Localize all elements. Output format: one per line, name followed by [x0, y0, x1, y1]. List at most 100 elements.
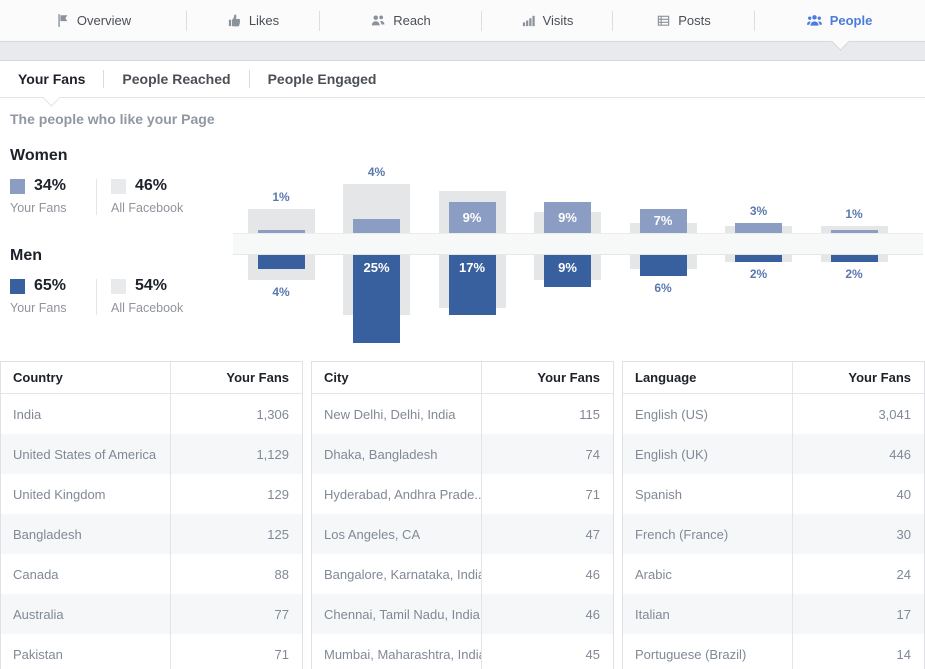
table-body: New Delhi, Delhi, India115Dhaka, Banglad…	[312, 394, 613, 669]
language-table: Language Your Fans English (US)3,041Engl…	[622, 361, 925, 669]
table-header: City Your Fans	[312, 362, 613, 394]
row-name: New Delhi, Delhi, India	[312, 394, 481, 434]
bar-value-label: 3%	[725, 204, 792, 219]
row-name: Hyderabad, Andhra Prade...	[312, 474, 481, 514]
table-row: Dhaka, Bangladesh74	[312, 434, 613, 474]
bar-value-label: 2%	[821, 267, 888, 282]
table-row: Spanish40	[623, 474, 924, 514]
row-name: India	[1, 394, 170, 434]
table-row: Bangladesh125	[1, 514, 302, 554]
row-value: 129	[170, 474, 302, 514]
bar-value-label: 7%	[654, 213, 673, 228]
city-table: City Your Fans New Delhi, Delhi, India11…	[311, 361, 614, 669]
row-name: Mumbai, Maharashtra, India	[312, 634, 481, 669]
table-body: India1,306United States of America1,129U…	[1, 394, 302, 669]
row-value: 40	[792, 474, 924, 514]
women-fans-bar: 7%	[640, 209, 687, 234]
table-row: Pakistan71	[1, 634, 302, 669]
row-value: 77	[170, 594, 302, 634]
row-name: Pakistan	[1, 634, 170, 669]
row-value: 88	[170, 554, 302, 594]
bar-value-label: 25%	[363, 260, 389, 275]
row-value: 1,306	[170, 394, 302, 434]
tab-posts[interactable]: Posts	[613, 0, 754, 41]
table-row: Los Angeles, CA47	[312, 514, 613, 554]
bar-value-label: 9%	[558, 210, 577, 225]
table-row: Italian17	[623, 594, 924, 634]
women-fans-bar	[353, 219, 400, 233]
row-name: Dhaka, Bangladesh	[312, 434, 481, 474]
subtab-people-reached[interactable]: People Reached	[104, 71, 248, 87]
row-name: Italian	[623, 594, 792, 634]
column-header-value: Your Fans	[170, 362, 302, 393]
men-fans-bar	[831, 255, 878, 262]
table-row: Mumbai, Maharashtra, India45	[312, 634, 613, 669]
men-fans-bar: 9%	[544, 255, 591, 287]
bar-value-label: 4%	[343, 165, 410, 180]
bar-value-label: 2%	[725, 267, 792, 282]
men-fans-percent: 65%	[34, 277, 66, 295]
bar-chart-icon	[521, 13, 536, 28]
tab-visits[interactable]: Visits	[482, 0, 612, 41]
bar-value-label: 9%	[558, 260, 577, 275]
row-value: 125	[170, 514, 302, 554]
all-facebook-swatch	[111, 279, 126, 294]
row-value: 14	[792, 634, 924, 669]
table-row: English (UK)446	[623, 434, 924, 474]
people-pair-icon	[370, 13, 386, 28]
subtab-your-fans[interactable]: Your Fans	[0, 71, 103, 87]
row-name: Arabic	[623, 554, 792, 594]
row-name: United Kingdom	[1, 474, 170, 514]
women-fans-bar	[735, 223, 782, 234]
table-header: Language Your Fans	[623, 362, 924, 394]
insights-navbar: Overview Likes Reach Visits Posts People	[0, 0, 925, 42]
table-header: Country Your Fans	[1, 362, 302, 394]
row-name: English (US)	[623, 394, 792, 434]
row-name: Chennai, Tamil Nadu, India	[312, 594, 481, 634]
bar-value-label: 6%	[630, 281, 697, 296]
table-row: Arabic24	[623, 554, 924, 594]
bar-value-label: 4%	[248, 285, 315, 300]
row-name: Los Angeles, CA	[312, 514, 481, 554]
tab-label: People	[830, 13, 873, 28]
table-row: Chennai, Tamil Nadu, India46	[312, 594, 613, 634]
men-fans-bar	[258, 255, 305, 269]
age-gender-chart: 1%4%13-174%25%18-249%17%25-349%9%35-446%…	[233, 141, 923, 353]
table-row: New Delhi, Delhi, India115	[312, 394, 613, 434]
table-row: United Kingdom129	[1, 474, 302, 514]
tab-reach[interactable]: Reach	[320, 0, 481, 41]
bar-value-label: 9%	[463, 210, 482, 225]
people-panel: Your Fans People Reached People Engaged …	[0, 60, 925, 669]
legend-label: Your Fans	[10, 301, 90, 315]
row-name: Australia	[1, 594, 170, 634]
men-fans-bar: 17%	[449, 255, 496, 315]
flag-icon	[55, 13, 70, 28]
table-row: India1,306	[1, 394, 302, 434]
legend-women-all-facebook: 46% All Facebook	[111, 177, 191, 215]
posts-list-icon	[656, 13, 671, 28]
tab-overview[interactable]: Overview	[0, 0, 186, 41]
row-value: 46	[481, 594, 613, 634]
table-row: Bangalore, Karnataka, India46	[312, 554, 613, 594]
column-header-name: City	[312, 362, 481, 393]
women-legend: 34% Your Fans 46% All Facebook	[10, 177, 191, 215]
row-name: Bangalore, Karnataka, India	[312, 554, 481, 594]
column-header-name: Language	[623, 362, 792, 393]
thumbs-up-icon	[227, 13, 242, 28]
table-row: Canada88	[1, 554, 302, 594]
table-row: United States of America1,129	[1, 434, 302, 474]
men-all-percent: 54%	[135, 277, 167, 295]
men-fans-bar	[640, 255, 687, 276]
women-heading: Women	[10, 147, 67, 165]
legend-label: Your Fans	[10, 201, 90, 215]
row-value: 24	[792, 554, 924, 594]
row-value: 74	[481, 434, 613, 474]
bar-value-label: 17%	[459, 260, 485, 275]
subtab-people-engaged[interactable]: People Engaged	[250, 71, 395, 87]
row-value: 71	[170, 634, 302, 669]
row-name: Canada	[1, 554, 170, 594]
tab-label: Overview	[77, 13, 131, 28]
tab-likes[interactable]: Likes	[187, 0, 319, 41]
men-legend: 65% Your Fans 54% All Facebook	[10, 277, 191, 315]
women-fans-bar: 9%	[544, 202, 591, 234]
